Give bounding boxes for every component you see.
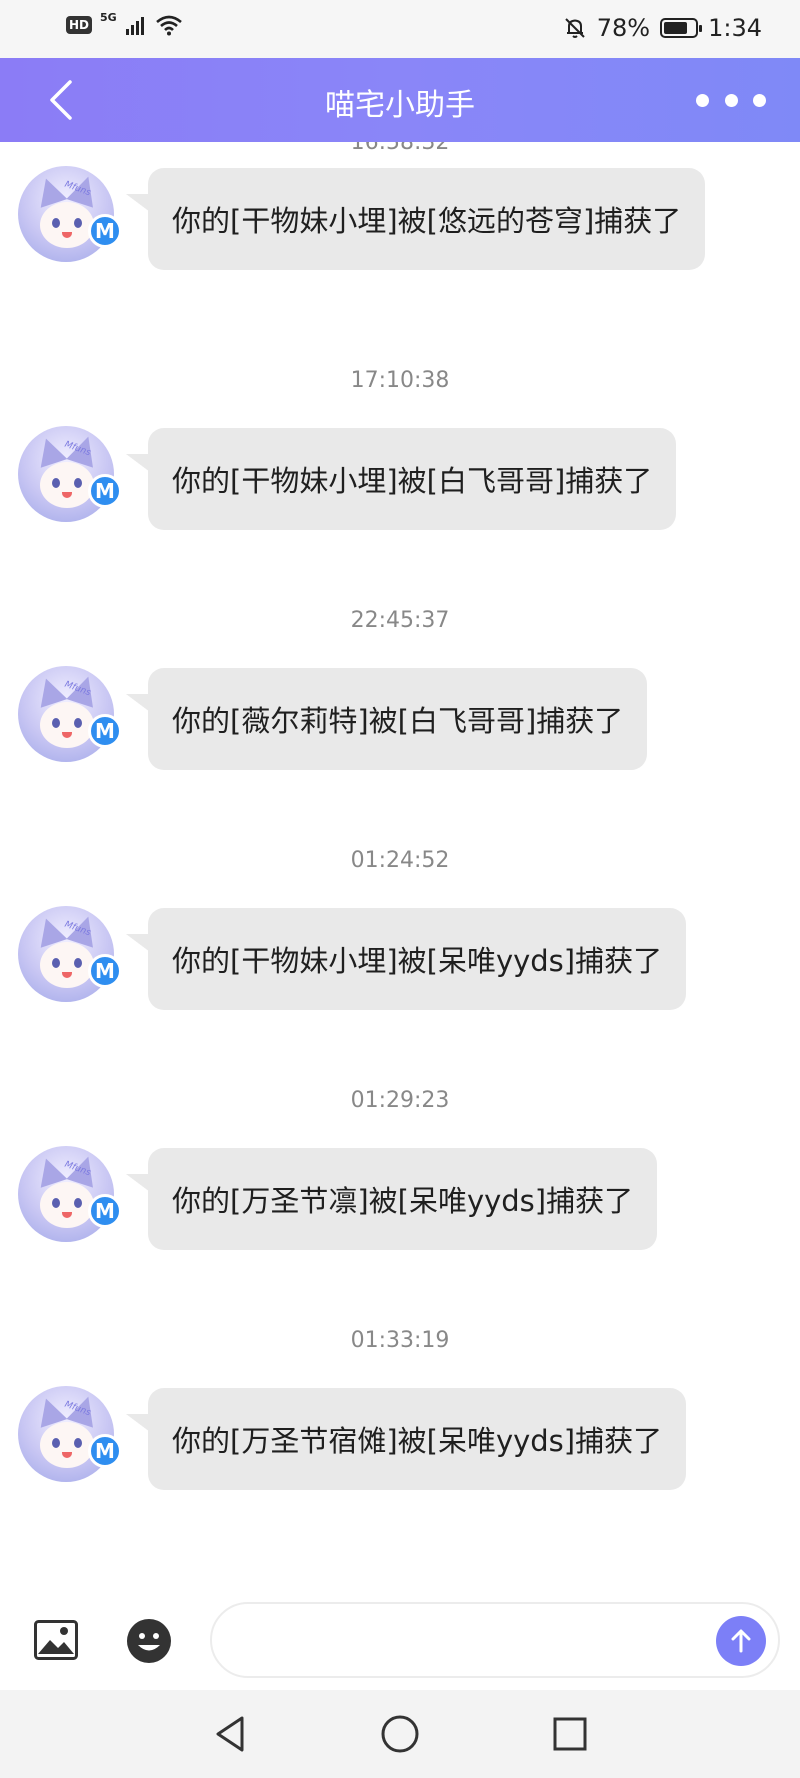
message-bubble[interactable]: 你的[干物妹小埋]被[呆唯yyds]捕获了 [125,908,687,1010]
home-circle-icon [381,1715,419,1753]
timestamp: 01:29:23 [350,1088,450,1113]
avatar-face [40,1422,94,1468]
message-bubble[interactable]: 你的[干物妹小埋]被[悠远的苍穹]捕获了 [125,168,706,270]
avatar-eye [74,478,82,488]
status-right: 78% 1:34 [563,14,762,42]
wifi-icon [155,15,182,36]
avatar-face [40,702,94,748]
more-dots-icon [696,93,709,107]
page-title: 喵宅小助手 [325,88,475,123]
status-bar: HD 5G 78% 1:34 [0,0,800,58]
m-badge: M [88,1434,122,1468]
avatar-eye [52,218,60,228]
avatar-eye [74,1198,82,1208]
timestamp: 01:33:19 [350,1328,450,1353]
message-bubble[interactable]: 你的[干物妹小埋]被[白飞哥哥]捕获了 [125,428,677,530]
avatar-eye [74,718,82,728]
nav-back-button[interactable] [208,1712,252,1756]
avatar-eye [52,478,60,488]
battery-icon [660,18,703,38]
message-bubble[interactable]: 你的[薇尔莉特]被[白飞哥哥]捕获了 [125,668,648,770]
message-row: 01:33:19 Mfuns M 你的[万圣节宿傩]被[呆唯yyds]捕获了 [0,1292,800,1532]
battery-fill [664,22,688,34]
avatar-eye [74,958,82,968]
avatar-face [40,462,94,508]
emoji-button[interactable] [126,1618,172,1664]
avatar-face [40,202,94,248]
message-bubble[interactable]: 你的[万圣节凛]被[呆唯yyds]捕获了 [125,1148,658,1250]
arrow-up-icon [731,1629,751,1653]
avatar-face [40,1182,94,1228]
avatar-eye [52,1198,60,1208]
more-button[interactable] [696,80,766,120]
more-dot [724,93,738,107]
m-badge: M [88,1194,122,1228]
m-badge: M [88,714,122,748]
message-row: 22:45:37 Mfuns M 你的[薇尔莉特]被[白飞哥哥]捕获了 [0,572,800,812]
message-input[interactable] [210,1602,780,1678]
avatar-eye [74,218,82,228]
hd-badge: HD [66,16,93,34]
recents-square-icon [553,1717,587,1751]
m-badge: M [88,474,122,508]
avatar-face [40,942,94,988]
avatar-eye [52,958,60,968]
timestamp: 17:10:38 [350,368,450,393]
message-row: 17:10:38 Mfuns M 你的[干物妹小埋]被[白飞哥哥]捕获了 [0,332,800,572]
avatar-eye [52,718,60,728]
avatar-eye [52,1438,60,1448]
message-row: 01:29:23 Mfuns M 你的[万圣节凛]被[呆唯yyds]捕获了 [0,1052,800,1292]
mute-bell-icon [565,18,585,38]
message-row: 01:24:52 Mfuns M 你的[干物妹小埋]被[呆唯yyds]捕获了 [0,812,800,1052]
send-button[interactable] [716,1616,766,1666]
message-bubble[interactable]: 你的[万圣节宿傩]被[呆唯yyds]捕获了 [125,1388,687,1490]
nav-home-button[interactable] [378,1712,422,1756]
timestamp: 22:45:37 [350,608,450,633]
timestamp: 01:24:52 [350,848,450,873]
signal-icon [125,17,144,35]
more-dot [753,93,766,107]
m-badge: M [88,214,122,248]
image-button[interactable] [34,1620,78,1660]
chat-header: 喵宅小助手 [0,58,800,142]
system-nav-bar [0,1690,800,1778]
avatar-eye [74,1438,82,1448]
message-list[interactable]: 16:58:32 Mfuns M 你的[干物妹小埋]被[悠远的苍穹]捕获了 17… [0,142,800,1602]
input-bar [0,1600,800,1680]
m-badge: M [88,954,122,988]
nav-recents-button[interactable] [548,1712,592,1756]
image-icon [34,1620,78,1660]
back-triangle-icon [216,1716,244,1752]
battery-percent: 78% [596,14,651,42]
clock: 1:34 [708,14,762,42]
emoji-icon [127,1619,171,1663]
status-left: HD 5G [66,10,183,36]
network-type: 5G [100,10,117,24]
